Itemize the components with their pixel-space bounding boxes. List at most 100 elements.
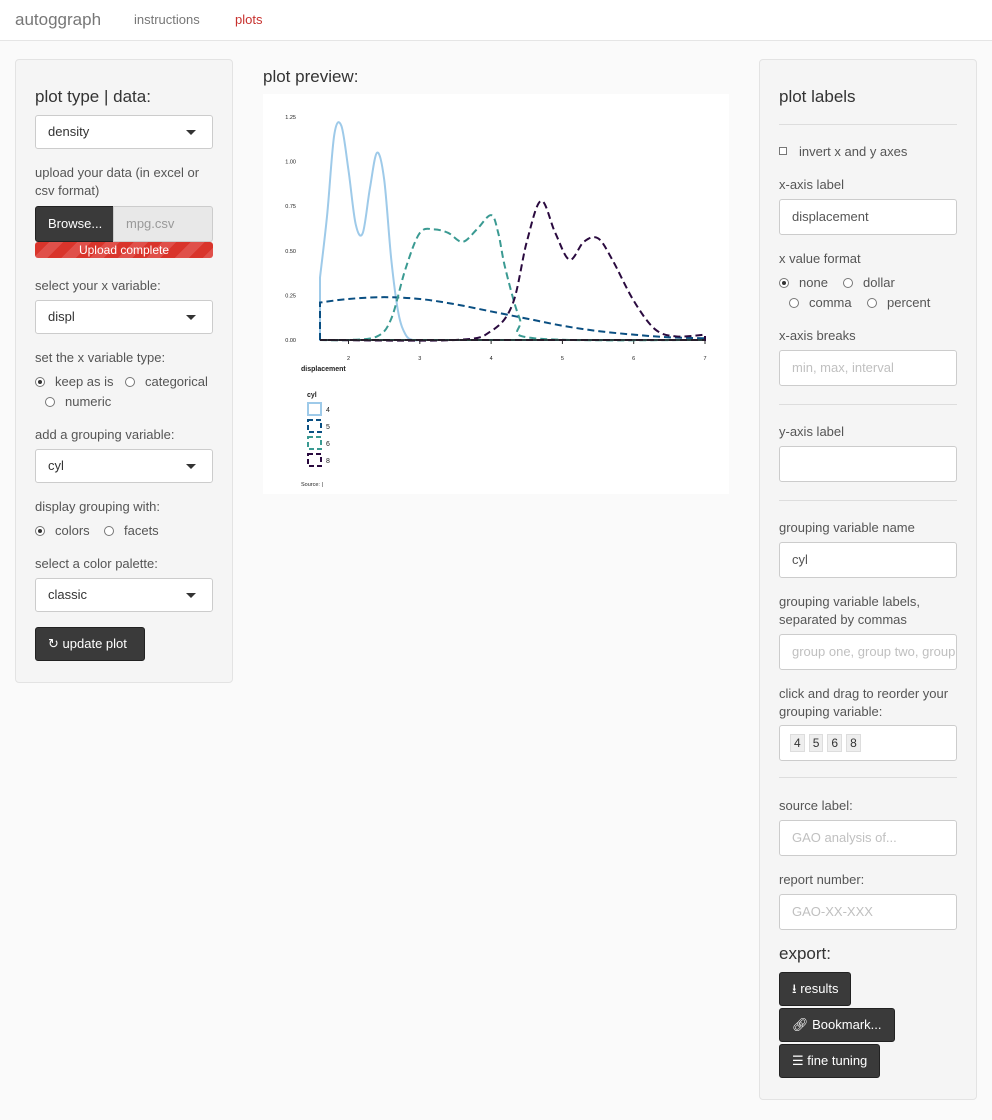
radio-label: comma [809,295,852,310]
source-label-title: source label: [779,798,853,813]
radio-unchecked-icon [867,298,877,308]
fine-tuning-button[interactable]: ☰ fine tuning [779,1044,881,1078]
tab-plots[interactable]: plots [235,12,262,27]
y-tick-label: 1.25 [285,115,296,121]
results-label: results [800,981,839,996]
radio-format-dollar[interactable]: dollar [843,275,895,291]
report-number-title: report number: [779,872,865,887]
plot-type-select[interactable]: density [35,115,213,149]
link-icon: 🔗︎ [792,1017,809,1032]
upload-progress-bar: Upload complete [35,242,213,258]
x-format-title: x value format [779,251,861,266]
grouping-variable-select[interactable]: cyl [35,449,213,483]
source-caption: Source: | [301,482,323,488]
plot-preview-card: 0.00 0.25 0.50 0.75 1.00 1.25 2 3 4 5 6 7 displace… [263,94,729,494]
density-chart: 0.00 0.25 0.50 0.75 1.00 1.25 2 3 4 5 6 7 displace… [285,115,706,488]
y-axis-label-title: y-axis label [779,424,845,439]
radio-checked-icon [35,377,45,387]
x-tick-label: 3 [418,356,421,362]
upload-label: upload your data (in excel or csv format… [35,165,200,198]
palette-label: select a color palette: [35,556,158,571]
bookmark-button[interactable]: 🔗︎ Bookmark... [779,1008,895,1042]
legend-label-cyl-4: 4 [326,407,330,414]
sortable-item[interactable]: 8 [846,734,861,752]
radio-label: none [799,275,828,290]
x-variable-label: select your x variable: [35,278,161,293]
group-labels-input[interactable]: group one, group two, group three [779,634,957,670]
palette-select[interactable]: classic [35,578,213,612]
reorder-title: click and drag to reorder your grouping … [779,686,949,719]
chevron-down-icon [186,315,196,320]
radio-categorical[interactable]: categorical [125,374,208,390]
group-labels-title: grouping variable labels, separated by c… [779,594,920,627]
update-plot-button[interactable]: ↻ update plot [35,627,145,661]
bookmark-label: Bookmark... [812,1017,882,1032]
radio-colors[interactable]: colors [35,523,90,539]
radio-format-comma[interactable]: comma [789,295,852,311]
palette-value: classic [48,587,88,602]
x-tick-label: 4 [490,356,493,362]
x-variable-select[interactable]: displ [35,300,213,334]
sortable-item[interactable]: 4 [790,734,805,752]
plot-type-value: density [48,124,90,139]
radio-keep-as-is[interactable]: keep as is [35,374,114,390]
y-tick-label: 1.00 [285,160,296,166]
grouping-variable-label: add a grouping variable: [35,427,175,442]
y-axis: 0.00 0.25 0.50 0.75 1.00 1.25 [285,115,296,344]
radio-label: dollar [863,275,895,290]
reorder-sortable[interactable]: 4568 [779,725,957,761]
radio-format-percent[interactable]: percent [867,295,930,311]
divider [779,777,957,778]
series-line-cyl-8 [319,199,706,342]
x-axis-title: displacement [301,366,346,373]
chevron-down-icon [186,130,196,135]
radio-label: facets [124,523,159,538]
legend: 4 5 6 8 [307,402,330,467]
radio-unchecked-icon [104,526,114,536]
radio-facets[interactable]: facets [104,523,159,539]
legend-label-cyl-6: 6 [326,441,330,448]
plot-labels-title: plot labels [779,87,856,106]
radio-unchecked-icon [789,298,799,308]
app-brand[interactable]: autoggraph [15,10,101,30]
sortable-item[interactable]: 5 [808,734,824,752]
report-number-input[interactable]: GAO-XX-XXX [779,894,957,930]
divider [779,500,957,501]
file-name-field[interactable]: mpg.csv [113,206,213,242]
x-type-label: set the x variable type: [35,350,166,365]
y-axis-label-input[interactable] [779,446,957,482]
divider [779,124,957,125]
x-breaks-input[interactable]: min, max, interval [779,350,957,386]
export-results-button[interactable]: ⭳ results [779,972,852,1006]
series-line-cyl-5 [319,296,706,341]
update-plot-label: update plot [62,636,127,651]
legend-key-cyl-8 [307,453,322,467]
browse-button[interactable]: Browse... [35,206,114,242]
chevron-down-icon [186,593,196,598]
x-tick-label: 2 [347,356,350,362]
x-variable-value: displ [48,309,75,324]
display-grouping-label: display grouping with: [35,499,161,514]
radio-checked-icon [779,278,789,288]
legend-key-cyl-6 [307,436,322,450]
legend-title: cyl [307,392,317,399]
source-label-input[interactable]: GAO analysis of... [779,820,957,856]
y-tick-label: 0.50 [285,249,296,255]
fine-tuning-label: fine tuning [807,1053,868,1068]
legend-key-cyl-5 [307,419,322,433]
radio-label: percent [887,295,931,310]
export-title: export: [779,944,831,963]
group-name-input[interactable]: cyl [779,542,957,578]
radio-label: categorical [145,374,208,389]
tab-instructions[interactable]: instructions [134,12,200,27]
radio-format-none[interactable]: none [779,275,828,291]
sortable-item[interactable]: 6 [827,734,843,752]
invert-axes-checkbox[interactable] [779,147,787,155]
grouping-variable-value: cyl [48,458,64,473]
x-tick-label: 6 [632,356,635,362]
radio-label: numeric [65,394,112,409]
radio-unchecked-icon [843,278,853,288]
radio-numeric[interactable]: numeric [45,394,111,410]
y-tick-label: 0.25 [285,293,296,299]
x-axis-label-input[interactable]: displacement [779,199,957,235]
